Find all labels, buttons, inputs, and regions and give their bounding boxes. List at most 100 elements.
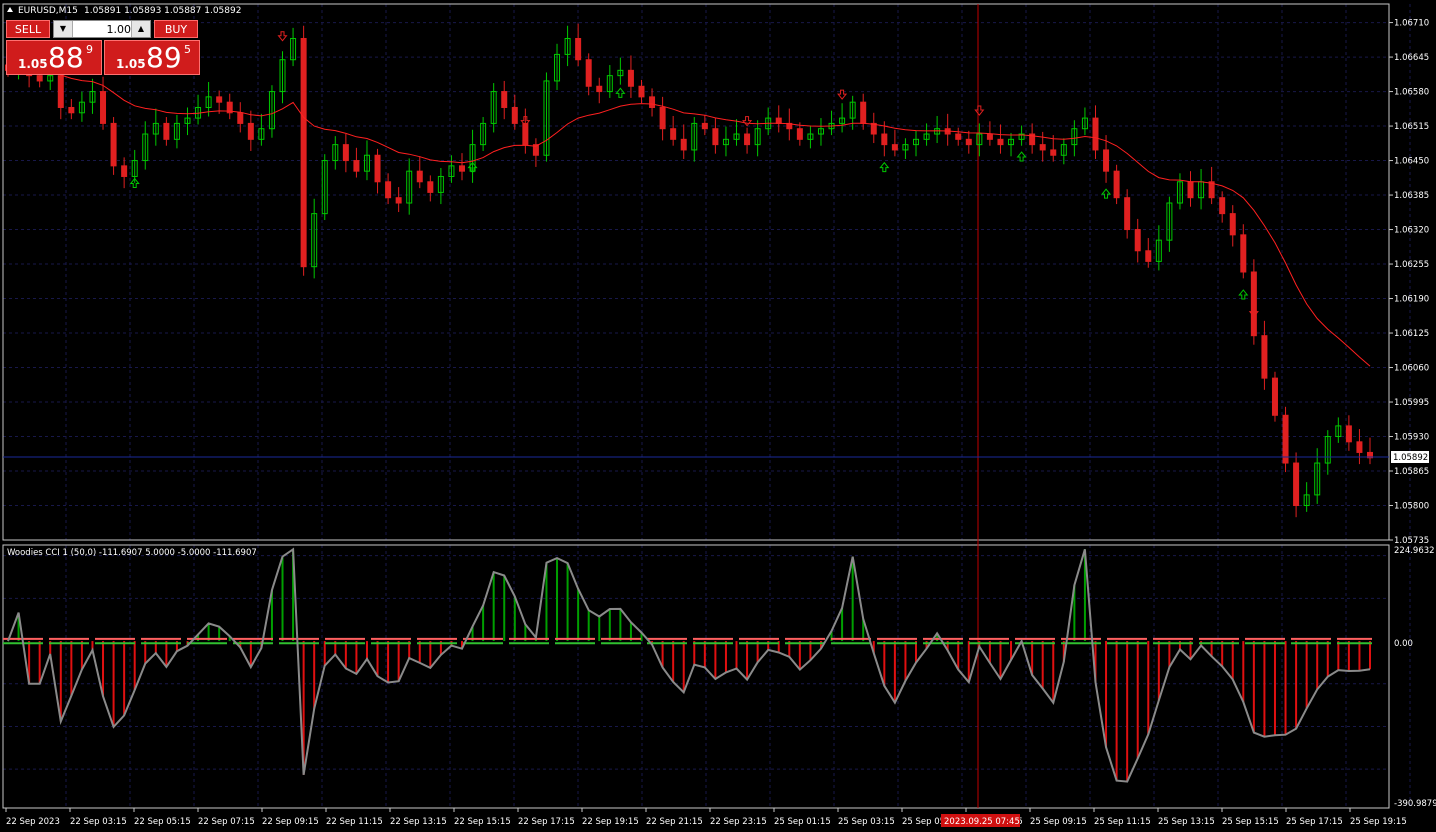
sell-button[interactable]: SELL bbox=[6, 20, 50, 38]
crosshair-time-label: 2023.09.25 07:45 bbox=[944, 817, 1020, 827]
time-label: 22 Sep 15:15 bbox=[454, 817, 511, 827]
time-label: 25 Sep 11:15 bbox=[1094, 817, 1151, 827]
price-label: 1.05865 bbox=[1394, 467, 1429, 477]
time-label: 22 Sep 13:15 bbox=[390, 817, 447, 827]
indicator-axis-top: 224.9632 bbox=[1394, 546, 1435, 556]
time-label: 22 Sep 19:15 bbox=[582, 817, 639, 827]
buy-button[interactable]: BUY bbox=[154, 20, 198, 38]
candle-body bbox=[237, 112, 244, 124]
candle-body bbox=[659, 106, 666, 130]
candle-body bbox=[1240, 234, 1247, 273]
price-label: 1.05930 bbox=[1394, 433, 1429, 443]
indicator-axis-bottom: -390.9879 bbox=[1394, 799, 1436, 809]
price-label: 1.06255 bbox=[1394, 260, 1429, 270]
time-label: 25 Sep 15:15 bbox=[1222, 817, 1279, 827]
price-label: 1.06450 bbox=[1394, 157, 1429, 167]
candle-body bbox=[100, 91, 107, 124]
sell-price-pips: 88 bbox=[48, 41, 84, 74]
candle-body bbox=[1103, 149, 1110, 172]
candle-body bbox=[1145, 250, 1152, 262]
price-label: 1.06190 bbox=[1394, 295, 1429, 305]
candle-body bbox=[501, 91, 508, 108]
candle-body bbox=[374, 154, 381, 183]
time-label: 25 Sep 03:15 bbox=[838, 817, 895, 827]
candle-body bbox=[1250, 271, 1257, 337]
candle-body bbox=[680, 138, 687, 151]
candle-body bbox=[955, 133, 962, 140]
price-label: 1.06320 bbox=[1394, 226, 1429, 236]
one-click-trading-panel: SELL ▼ ▲ BUY 1.05 88 9 1.05 89 5 bbox=[6, 20, 200, 76]
candle-body bbox=[701, 122, 708, 130]
candle-body bbox=[36, 75, 43, 82]
mt4-chart[interactable]: EURUSD,M15 1.05891 1.05893 1.05887 1.058… bbox=[0, 0, 1436, 832]
sell-price-box[interactable]: 1.05 88 9 bbox=[6, 40, 102, 75]
ohlc-values: 1.05891 1.05893 1.05887 1.05892 bbox=[84, 6, 241, 16]
sell-price-prefix: 1.05 bbox=[18, 57, 48, 71]
time-label: 22 Sep 09:15 bbox=[262, 817, 319, 827]
sell-price-fraction: 9 bbox=[86, 43, 93, 56]
buy-price-pips: 89 bbox=[146, 41, 182, 74]
candle-body bbox=[1356, 441, 1363, 453]
candle-body bbox=[965, 138, 972, 146]
candle-body bbox=[775, 117, 782, 124]
candle-body bbox=[57, 75, 64, 108]
candle-body bbox=[1229, 213, 1236, 236]
candle-body bbox=[1050, 149, 1057, 156]
time-label: 22 Sep 07:15 bbox=[198, 817, 255, 827]
candle-body bbox=[1092, 117, 1099, 151]
candle-body bbox=[459, 165, 465, 172]
time-label: 25 Sep 17:15 bbox=[1286, 817, 1343, 827]
candle-body bbox=[385, 181, 392, 199]
time-label: 22 Sep 05:15 bbox=[134, 817, 191, 827]
price-label: 1.06580 bbox=[1394, 88, 1429, 98]
lot-size-input[interactable] bbox=[73, 21, 135, 37]
candle-body bbox=[110, 122, 117, 167]
buy-price-fraction: 5 bbox=[184, 43, 191, 56]
candle-body bbox=[881, 133, 888, 146]
time-label: 25 Sep 19:15 bbox=[1350, 817, 1407, 827]
candle-body bbox=[649, 96, 656, 108]
time-label: 25 Sep 13:15 bbox=[1158, 817, 1215, 827]
candle-body bbox=[1293, 462, 1300, 507]
time-label: 22 Sep 23:15 bbox=[710, 817, 767, 827]
price-label: 1.06515 bbox=[1394, 122, 1429, 132]
price-label: 1.06060 bbox=[1394, 364, 1429, 374]
candle-body bbox=[1124, 197, 1131, 231]
time-label: 22 Sep 03:15 bbox=[70, 817, 127, 827]
candle-body bbox=[596, 85, 603, 93]
candle-body bbox=[860, 101, 867, 124]
candle-body bbox=[796, 128, 803, 140]
price-label: 1.05735 bbox=[1394, 536, 1429, 546]
buy-price-box[interactable]: 1.05 89 5 bbox=[104, 40, 200, 75]
price-label: 1.05995 bbox=[1394, 398, 1429, 408]
lot-decrease-icon[interactable]: ▼ bbox=[54, 21, 73, 37]
lot-increase-icon[interactable]: ▲ bbox=[131, 21, 150, 37]
time-label: 22 Sep 17:15 bbox=[518, 817, 575, 827]
candle-body bbox=[1113, 170, 1120, 199]
candle-body bbox=[68, 106, 75, 114]
price-label: 1.06385 bbox=[1394, 191, 1429, 201]
candle-body bbox=[1271, 377, 1278, 416]
time-label: 22 Sep 2023 bbox=[6, 817, 60, 827]
time-label: 25 Sep 01:15 bbox=[774, 817, 831, 827]
candle-body bbox=[416, 170, 423, 183]
candle-body bbox=[986, 133, 993, 140]
current-price-label: 1.05892 bbox=[1393, 453, 1428, 463]
candle-body bbox=[121, 165, 128, 177]
lot-size-control[interactable]: ▼ ▲ bbox=[53, 20, 151, 38]
candle-body bbox=[395, 197, 402, 204]
candle-body bbox=[627, 69, 634, 87]
candle-body bbox=[575, 37, 582, 61]
candle-body bbox=[1187, 181, 1194, 199]
candle-body bbox=[163, 122, 170, 140]
candle-body bbox=[1208, 181, 1215, 199]
time-label: 25 Sep 09:15 bbox=[1030, 817, 1087, 827]
candle-body bbox=[1261, 335, 1268, 379]
price-label: 1.06645 bbox=[1394, 53, 1429, 63]
candle-body bbox=[427, 181, 434, 193]
candle-body bbox=[353, 160, 360, 172]
candle-body bbox=[744, 133, 751, 146]
price-label: 1.06125 bbox=[1394, 329, 1429, 339]
candle-body bbox=[997, 138, 1004, 146]
indicator-axis-zero: 0.00 bbox=[1394, 639, 1413, 649]
